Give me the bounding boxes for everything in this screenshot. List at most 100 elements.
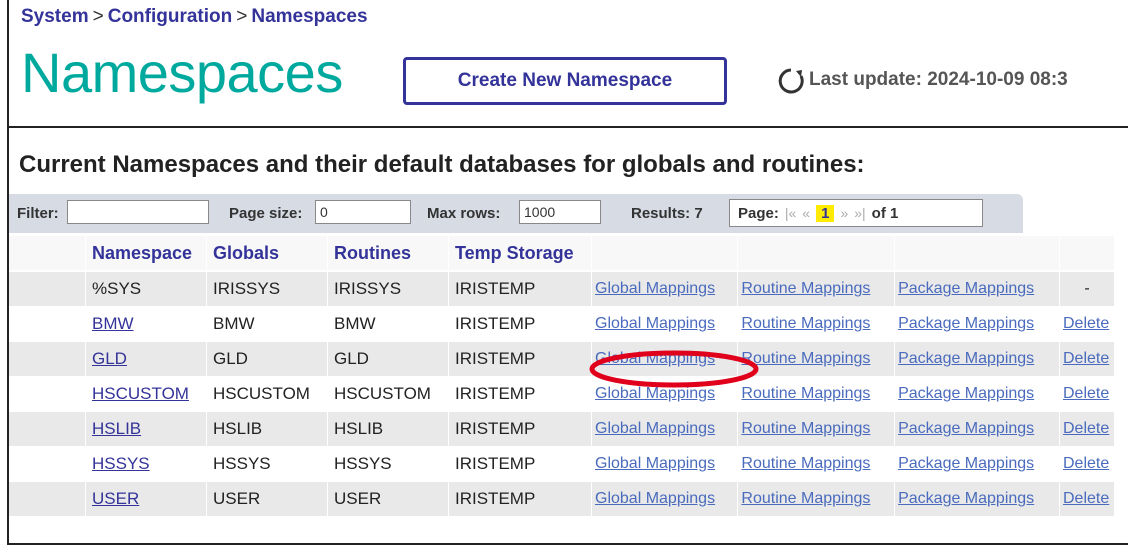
delete-link[interactable]: Delete [1063,455,1109,472]
table-row: GLD GLD GLD IRISTEMP Global Mappings Rou… [9,342,1115,377]
global-mappings-link[interactable]: Global Mappings [595,280,715,297]
page-frame: System > Configuration > Namespaces Namespac… [7,0,1128,545]
header-blank [592,236,739,272]
filter-input[interactable] [67,200,209,224]
routine-mappings-link[interactable]: Routine Mappings [741,420,870,437]
delete-link[interactable]: Delete [1063,420,1109,437]
routines-database: GLD [328,342,449,377]
table-row: %SYS IRISSYS IRISSYS IRISTEMP Global Map… [9,272,1115,307]
routine-mappings-link[interactable]: Routine Mappings [741,280,870,297]
namespaces-table: Namespace Globals Routines Temp Storage … [9,236,1115,517]
namespace-link[interactable]: BMW [92,314,134,333]
namespace-link[interactable]: HSLIB [92,419,141,438]
first-page-icon[interactable]: |« [785,205,796,221]
max-rows-input[interactable] [519,200,601,224]
globals-database: IRISSYS [207,272,328,307]
globals-database: HSLIB [207,412,328,447]
table-row: USER USER USER IRISTEMP Global Mappings … [9,482,1115,517]
breadcrumb-separator: > [236,6,248,27]
header-temp-storage[interactable]: Temp Storage [449,236,592,272]
package-mappings-link[interactable]: Package Mappings [898,315,1034,332]
routine-mappings-link[interactable]: Routine Mappings [741,350,870,367]
header-blank [1060,236,1115,272]
table-row: BMW BMW BMW IRISTEMP Global Mappings Rou… [9,307,1115,342]
breadcrumb-system[interactable]: System [21,6,89,27]
last-update-text: Last update: 2024-10-09 08:3 [809,69,1068,90]
temp-storage-database: IRISTEMP [449,307,592,342]
package-mappings-link[interactable]: Package Mappings [898,385,1034,402]
breadcrumb-namespaces[interactable]: Namespaces [251,6,367,27]
temp-storage-database: IRISTEMP [449,482,592,517]
header-blank [9,236,86,272]
header-blank [738,236,896,272]
routine-mappings-link[interactable]: Routine Mappings [741,385,870,402]
package-mappings-link[interactable]: Package Mappings [898,350,1034,367]
header-routines[interactable]: Routines [328,236,449,272]
refresh-icon[interactable] [777,67,805,95]
current-page[interactable]: 1 [816,204,835,222]
create-namespace-button[interactable]: Create New Namespace [403,57,727,105]
table-row: HSSYS HSSYS HSSYS IRISTEMP Global Mappin… [9,447,1115,482]
global-mappings-link[interactable]: Global Mappings [595,315,715,332]
delete-link[interactable]: Delete [1063,350,1109,367]
max-rows-label: Max rows: [427,205,501,222]
package-mappings-link[interactable]: Package Mappings [898,455,1034,472]
section-title: Current Namespaces and their default dat… [19,151,865,178]
delete-link[interactable]: Delete [1063,315,1109,332]
delete-link[interactable]: Delete [1063,490,1109,507]
global-mappings-link[interactable]: Global Mappings [595,420,715,437]
globals-database: HSSYS [207,447,328,482]
table-row: HSLIB HSLIB HSLIB IRISTEMP Global Mappin… [9,412,1115,447]
routine-mappings-link[interactable]: Routine Mappings [741,315,870,332]
temp-storage-database: IRISTEMP [449,412,592,447]
header-namespace[interactable]: Namespace [86,236,207,272]
next-page-icon[interactable]: » [840,205,848,221]
globals-database: HSCUSTOM [207,377,328,412]
globals-database: BMW [207,307,328,342]
global-mappings-link[interactable]: Global Mappings [595,490,715,507]
routines-database: BMW [328,307,449,342]
package-mappings-link[interactable]: Package Mappings [898,420,1034,437]
page-count: of 1 [871,204,899,222]
filter-bar: Filter: Page size: Max rows: Results: 7 … [9,194,1023,233]
routines-database: USER [328,482,449,517]
page-label: Page: [738,204,779,222]
globals-database: USER [207,482,328,517]
routines-database: IRISSYS [328,272,449,307]
page-header: System > Configuration > Namespaces Namespac… [9,0,1128,128]
namespace-name: %SYS [86,272,207,307]
global-mappings-link[interactable]: Global Mappings [595,385,715,402]
namespace-link[interactable]: HSSYS [92,454,150,473]
previous-page-icon[interactable]: « [802,205,810,221]
table-header-row: Namespace Globals Routines Temp Storage [9,236,1115,272]
temp-storage-database: IRISTEMP [449,342,592,377]
page-title: Namespaces [21,41,343,104]
delete-link[interactable]: Delete [1063,385,1109,402]
last-page-icon[interactable]: »| [854,205,865,221]
page-size-label: Page size: [229,205,303,222]
package-mappings-link[interactable]: Package Mappings [898,280,1034,297]
breadcrumb-configuration[interactable]: Configuration [108,6,233,27]
pager: Page: |« « 1 » »| of 1 [729,199,983,227]
routines-database: HSLIB [328,412,449,447]
global-mappings-link[interactable]: Global Mappings [595,350,715,367]
filter-label: Filter: [17,205,59,222]
header-globals[interactable]: Globals [207,236,328,272]
page-size-input[interactable] [315,200,411,224]
namespace-link[interactable]: HSCUSTOM [92,384,189,403]
results-count: Results: 7 [631,205,703,222]
temp-storage-database: IRISTEMP [449,272,592,307]
namespace-link[interactable]: GLD [92,349,127,368]
delete-placeholder: - [1060,272,1115,307]
routine-mappings-link[interactable]: Routine Mappings [741,455,870,472]
routine-mappings-link[interactable]: Routine Mappings [741,490,870,507]
table-row: HSCUSTOM HSCUSTOM HSCUSTOM IRISTEMP Glob… [9,377,1115,412]
breadcrumb: System > Configuration > Namespaces [21,6,368,28]
breadcrumb-separator: > [92,6,104,27]
namespace-link[interactable]: USER [92,489,139,508]
global-mappings-link[interactable]: Global Mappings [595,455,715,472]
temp-storage-database: IRISTEMP [449,377,592,412]
temp-storage-database: IRISTEMP [449,447,592,482]
routines-database: HSCUSTOM [328,377,449,412]
package-mappings-link[interactable]: Package Mappings [898,490,1034,507]
